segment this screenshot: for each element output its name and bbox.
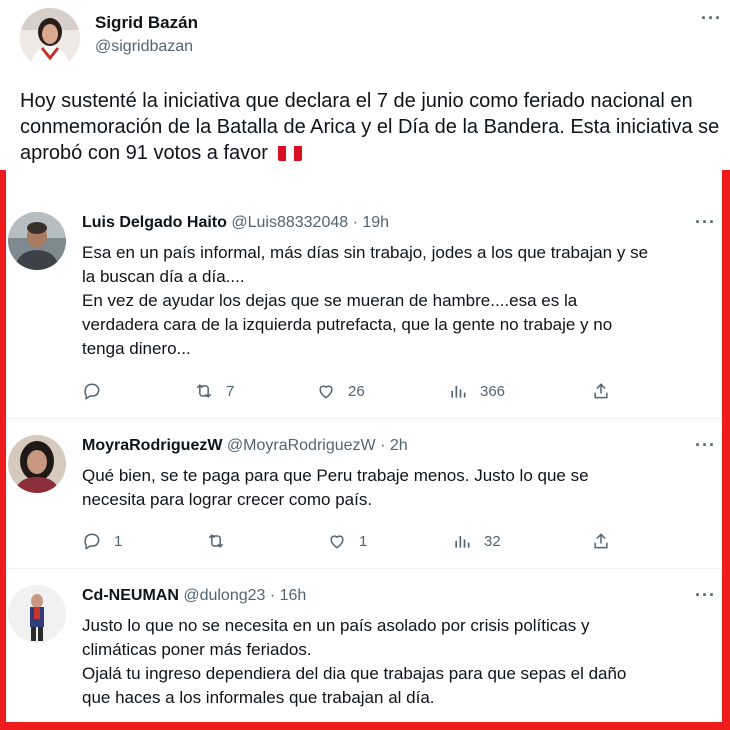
author-handle[interactable]: @sigridbazan <box>95 38 193 56</box>
retweet-action[interactable]: 7 <box>194 381 234 401</box>
tweet-text-body: Hoy sustenté la iniciativa que declara e… <box>20 90 720 164</box>
share-action[interactable] <box>591 531 623 551</box>
reply-header: MoyraRodriguezW @MoyraRodriguezW · 2h <box>82 437 408 455</box>
like-action[interactable]: 26 <box>316 381 365 401</box>
heart-icon <box>330 535 344 549</box>
reply-action[interactable] <box>82 381 114 401</box>
reply-text-line: la buscan día a día.... <box>82 267 245 286</box>
reply-author-meta[interactable]: @dulong23 · 16h <box>183 587 306 604</box>
reply-text-line: tenga dinero... <box>82 339 191 358</box>
reply-author-name[interactable]: MoyraRodriguezW <box>82 437 222 454</box>
reply-text-line: Ojalá tu ingreso dependiera del dia que … <box>82 664 627 683</box>
retweet-icon <box>196 384 212 398</box>
author-avatar[interactable] <box>20 8 80 68</box>
reply-tweet[interactable]: Luis Delgado Haito @Luis88332048 · 19h ·… <box>6 205 722 418</box>
reply-avatar[interactable] <box>8 585 66 643</box>
reply-text-line: verdadera cara de la izquierda putrefact… <box>82 315 613 334</box>
reply-text-line: Qué bien, se te paga para que Peru traba… <box>82 466 589 485</box>
reply-text-line: necesita para lograr crecer como país. <box>82 490 373 509</box>
reply-text: Qué bien, se te paga para que Peru traba… <box>82 464 702 512</box>
views-action[interactable]: 32 <box>452 531 501 551</box>
reply-icon <box>84 383 100 400</box>
reply-text-line: Esa en un país informal, más días sin tr… <box>82 243 649 262</box>
reply-header: Luis Delgado Haito @Luis88332048 · 19h <box>82 214 389 232</box>
reply-tweet[interactable]: Cd-NEUMAN @dulong23 · 16h ··· Justo lo q… <box>6 569 722 719</box>
tweet-text: Hoy sustenté la iniciativa que declara e… <box>20 88 730 166</box>
reply-text-line: Justo lo que no se necesita en un país a… <box>82 616 590 635</box>
reply-header: Cd-NEUMAN @dulong23 · 16h <box>82 587 306 605</box>
reply-text-line: En vez de ayudar los dejas que se mueran… <box>82 291 578 310</box>
retweet-icon <box>208 534 224 548</box>
views-action[interactable]: 366 <box>448 381 505 401</box>
reply-avatar[interactable] <box>8 435 66 493</box>
reply-text-line: que haces a los informales que trabajan … <box>82 688 435 707</box>
more-options-icon[interactable]: ··· <box>695 435 716 456</box>
more-options-icon[interactable]: ··· <box>701 8 722 29</box>
like-action[interactable]: 1 <box>327 531 367 551</box>
reply-text: Esa en un país informal, más días sin tr… <box>82 241 702 361</box>
more-options-icon[interactable]: ··· <box>695 212 716 233</box>
share-icon <box>594 533 608 549</box>
reply-avatar[interactable] <box>8 212 66 270</box>
reply-text-line: climáticas poner más feriados. <box>82 640 312 659</box>
reply-text: Justo lo que no se necesita en un país a… <box>82 614 702 710</box>
retweet-count: 7 <box>226 382 235 400</box>
reply-action[interactable]: 1 <box>82 531 122 551</box>
view-count: 366 <box>480 382 506 400</box>
retweet-action[interactable] <box>206 531 238 551</box>
reply-author-name[interactable]: Cd-NEUMAN <box>82 587 179 604</box>
reply-author-meta[interactable]: @Luis88332048 · 19h <box>231 214 389 231</box>
view-count: 32 <box>484 532 501 550</box>
like-count: 26 <box>348 382 365 400</box>
reply-author-name[interactable]: Luis Delgado Haito <box>82 214 227 231</box>
reply-count: 1 <box>114 532 123 550</box>
share-icon <box>594 383 608 399</box>
author-name[interactable]: Sigrid Bazán <box>95 13 198 33</box>
share-action[interactable] <box>591 381 623 401</box>
main-tweet: Sigrid Bazán @sigridbazan ··· Hoy susten… <box>0 0 730 170</box>
peru-flag-icon <box>277 144 302 161</box>
heart-icon <box>319 385 333 399</box>
views-chart-icon <box>451 386 466 398</box>
reply-tweet[interactable]: MoyraRodriguezW @MoyraRodriguezW · 2h ··… <box>6 419 722 568</box>
views-chart-icon <box>455 536 470 548</box>
reply-author-meta[interactable]: @MoyraRodriguezW · 2h <box>227 437 408 454</box>
more-options-icon[interactable]: ··· <box>695 585 716 606</box>
reply-icon <box>84 533 100 550</box>
like-count: 1 <box>359 532 368 550</box>
